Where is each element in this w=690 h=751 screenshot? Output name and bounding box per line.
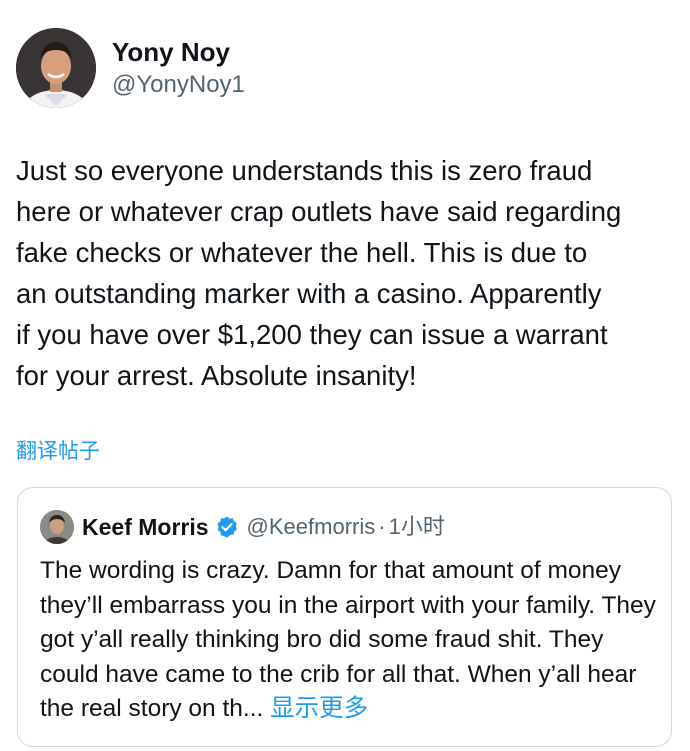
verified-badge-icon — [215, 515, 239, 539]
tweet-text: Just so everyone understands this is zer… — [16, 150, 680, 396]
quoted-tweet-header: Keef Morris @Keefmorris · 1小时 — [40, 510, 445, 544]
translate-post-link[interactable]: 翻译帖子 — [16, 438, 100, 466]
quoted-author-handle[interactable]: @Keefmorris — [247, 512, 376, 542]
tweet-text-line: an outstanding marker with a casino. App… — [16, 278, 602, 309]
quoted-timestamp[interactable]: 1小时 — [389, 512, 445, 542]
tweet-header: Yony Noy @YonyNoy1 — [16, 28, 245, 108]
author-display-name[interactable]: Yony Noy — [112, 36, 245, 68]
tweet-text-line: Just so everyone understands this is zer… — [16, 155, 593, 186]
quoted-profile-photo-icon — [40, 510, 74, 544]
tweet-text-line: fake checks or whatever the hell. This i… — [16, 237, 588, 268]
quoted-author-display-name[interactable]: Keef Morris — [82, 512, 209, 542]
tweet-text-line: if you have over $1,200 they can issue a… — [16, 319, 608, 350]
show-more-link[interactable]: 显示更多 — [270, 695, 368, 722]
separator-dot: · — [378, 514, 386, 539]
author-handle[interactable]: @YonyNoy1 — [112, 70, 245, 100]
tweet: Yony Noy @YonyNoy1 Just so everyone unde… — [0, 0, 690, 751]
profile-photo-icon — [16, 28, 96, 108]
author-avatar[interactable] — [16, 28, 96, 108]
author-names: Yony Noy @YonyNoy1 — [112, 36, 245, 100]
quoted-tweet-card[interactable]: Keef Morris @Keefmorris · 1小时 The wordin… — [17, 487, 672, 747]
quoted-tweet-text: The wording is crazy. Damn for that amou… — [40, 554, 660, 727]
tweet-text-line: for your arrest. Absolute insanity! — [16, 360, 417, 391]
tweet-text-line: here or whatever crap outlets have said … — [16, 196, 622, 227]
quoted-author-avatar[interactable] — [40, 510, 74, 544]
